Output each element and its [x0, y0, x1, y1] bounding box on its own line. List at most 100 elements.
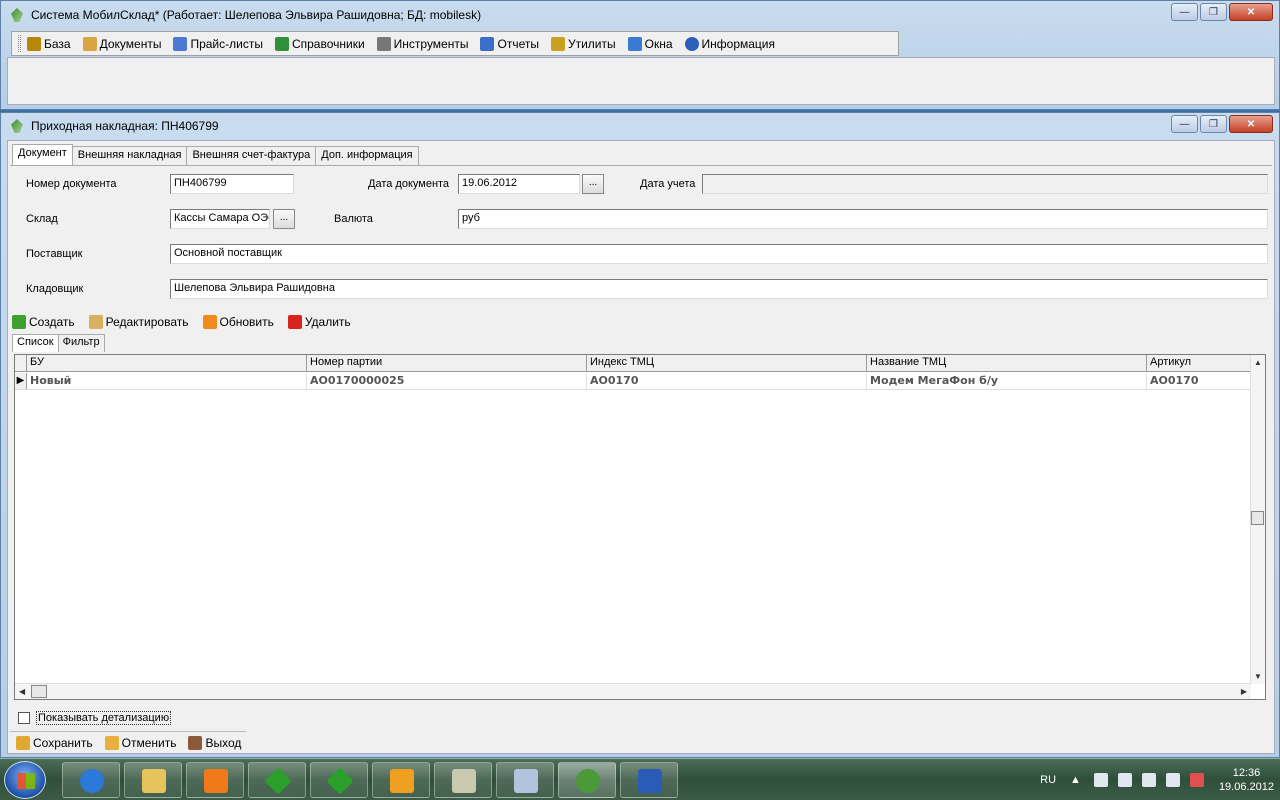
- menu-item-references[interactable]: Справочники: [274, 36, 365, 51]
- doc-date-picker-button[interactable]: ...: [582, 174, 604, 194]
- volume-icon[interactable]: [1141, 773, 1156, 787]
- windows-taskbar: RU ▲ 12:36 19.06.2012: [0, 758, 1280, 800]
- cell-article[interactable]: AO0170: [1147, 373, 1251, 390]
- scroll-up-icon[interactable]: ▲: [1254, 358, 1262, 367]
- menu-item-info[interactable]: Информация: [684, 36, 775, 51]
- show-details-checkbox[interactable]: [18, 712, 30, 724]
- edit-button[interactable]: Редактировать: [88, 315, 189, 329]
- document-titlebar: Приходная накладная: ПН406799: [1, 113, 1279, 139]
- main-titlebar: Система МобилСклад* (Работает: Шелепова …: [1, 1, 1279, 29]
- doc-date-field[interactable]: 19.06.2012: [458, 174, 580, 194]
- close-button[interactable]: ✕: [1229, 3, 1273, 21]
- taskbar-outlook[interactable]: [372, 762, 430, 798]
- create-button[interactable]: Создать: [12, 315, 75, 329]
- folder-icon: [142, 769, 166, 793]
- taskbar-app-3[interactable]: [434, 762, 492, 798]
- column-header-bu[interactable]: БУ: [27, 355, 307, 372]
- supplier-field[interactable]: Основной поставщик: [170, 244, 1268, 264]
- cell-bu[interactable]: Новый: [27, 373, 307, 390]
- column-header-name[interactable]: Название ТМЦ: [867, 355, 1147, 372]
- cell-batch[interactable]: AO0170000025: [307, 373, 587, 390]
- show-details-label[interactable]: Показывать детализацию: [36, 711, 172, 725]
- cell-index[interactable]: AO0170: [587, 373, 867, 390]
- grid-subtabs: Список Фильтр: [12, 334, 105, 352]
- subtab-filter[interactable]: Фильтр: [57, 334, 105, 352]
- vertical-scroll-thumb[interactable]: [1251, 511, 1264, 525]
- maximize-button[interactable]: ❐: [1200, 115, 1227, 133]
- tab-document[interactable]: Документ: [12, 144, 73, 165]
- doc-number-field[interactable]: ПН406799: [170, 174, 294, 194]
- exit-door-icon: [188, 735, 203, 750]
- taskbar-word[interactable]: [620, 762, 678, 798]
- storekeeper-field[interactable]: Шелепова Эльвира Рашидовна: [170, 279, 1268, 299]
- subtab-list[interactable]: Список: [12, 334, 59, 352]
- scroll-left-icon[interactable]: ◀: [19, 687, 25, 696]
- currency-field[interactable]: руб: [458, 209, 1268, 229]
- warehouse-select-button[interactable]: ...: [273, 209, 295, 229]
- save-button[interactable]: Сохранить: [16, 735, 93, 750]
- cancel-button[interactable]: Отменить: [104, 735, 176, 750]
- warehouse-field[interactable]: Кассы Самара ОЭС: [170, 209, 270, 229]
- close-button[interactable]: ✕: [1229, 115, 1273, 133]
- taskbar-explorer[interactable]: [124, 762, 182, 798]
- vertical-scrollbar[interactable]: ▲ ▼: [1250, 355, 1265, 684]
- book-icon: [27, 36, 41, 51]
- column-header-article[interactable]: Артикул: [1147, 355, 1251, 372]
- refresh-button[interactable]: Обновить: [202, 315, 274, 329]
- main-client-area: [7, 57, 1275, 105]
- menu-item-documents[interactable]: Документы: [82, 36, 161, 51]
- exit-button[interactable]: Выход: [188, 735, 241, 750]
- minimize-button[interactable]: —: [1171, 115, 1198, 133]
- taskbar-ie[interactable]: [62, 762, 120, 798]
- delete-button[interactable]: Удалить: [287, 315, 351, 329]
- menu-item-base[interactable]: База: [27, 36, 71, 51]
- horizontal-scroll-thumb[interactable]: [31, 685, 47, 698]
- row-pointer-icon: ▶: [15, 373, 27, 389]
- delete-icon: [287, 315, 302, 329]
- language-indicator[interactable]: RU: [1040, 774, 1056, 786]
- table-row[interactable]: ▶ Новый AO0170000025 AO0170 Модем МегаФо…: [15, 373, 1251, 390]
- windows-icon: [627, 36, 642, 51]
- document-window: Приходная накладная: ПН406799 — ❐ ✕ Доку…: [0, 112, 1280, 758]
- scroll-down-icon[interactable]: ▼: [1254, 672, 1262, 681]
- clock-date: 19.06.2012: [1218, 781, 1274, 793]
- clock[interactable]: 12:36 19.06.2012: [1219, 766, 1274, 794]
- column-header-batch[interactable]: Номер партии: [307, 355, 587, 372]
- main-menubar: База Документы Прайс-листы Справочники И…: [11, 31, 899, 56]
- action-center-icon[interactable]: [1189, 773, 1204, 787]
- maximize-button[interactable]: ❐: [1200, 3, 1227, 21]
- cell-name[interactable]: Модем МегаФон б/у: [867, 373, 1147, 390]
- menubar-grip[interactable]: [18, 35, 21, 52]
- word-icon: [638, 769, 662, 793]
- menu-item-reports[interactable]: Отчеты: [480, 36, 539, 51]
- minimize-button[interactable]: —: [1171, 3, 1198, 21]
- tray-expand-icon[interactable]: ▲: [1070, 774, 1081, 786]
- start-button[interactable]: [4, 761, 46, 799]
- horizontal-scrollbar[interactable]: ◀ ▶: [15, 683, 1251, 699]
- row-indicator-header: [15, 355, 27, 371]
- tools-icon: [376, 36, 391, 51]
- menu-item-utilities[interactable]: Утилиты: [550, 36, 616, 51]
- tab-external-factura[interactable]: Внешняя счет-фактура: [186, 146, 317, 165]
- taskbar-media-player[interactable]: [186, 762, 244, 798]
- menu-item-windows[interactable]: Окна: [627, 36, 673, 51]
- tab-extra-info[interactable]: Доп. информация: [315, 146, 419, 165]
- taskbar-mobilsklad[interactable]: [558, 762, 616, 798]
- menu-item-tools[interactable]: Инструменты: [376, 36, 468, 51]
- taskbar-app-2[interactable]: [310, 762, 368, 798]
- doc-number-label: Номер документа: [26, 178, 117, 190]
- tab-external-invoice[interactable]: Внешняя накладная: [71, 146, 188, 165]
- column-header-index[interactable]: Индекс ТМЦ: [587, 355, 867, 372]
- flag-icon[interactable]: [1117, 773, 1132, 787]
- scroll-right-icon[interactable]: ▶: [1241, 687, 1247, 696]
- bottom-action-bar: Сохранить Отменить Выход: [10, 731, 246, 753]
- network-icon[interactable]: [1093, 773, 1108, 787]
- media-player-icon: [204, 769, 228, 793]
- taskbar-app-1[interactable]: [248, 762, 306, 798]
- menu-item-pricelists[interactable]: Прайс-листы: [173, 36, 263, 51]
- account-date-label: Дата учета: [640, 178, 696, 190]
- taskbar-app-4[interactable]: [496, 762, 554, 798]
- display-icon[interactable]: [1165, 773, 1180, 787]
- account-date-field[interactable]: [702, 174, 1268, 194]
- clock-time: 12:36: [1232, 767, 1261, 779]
